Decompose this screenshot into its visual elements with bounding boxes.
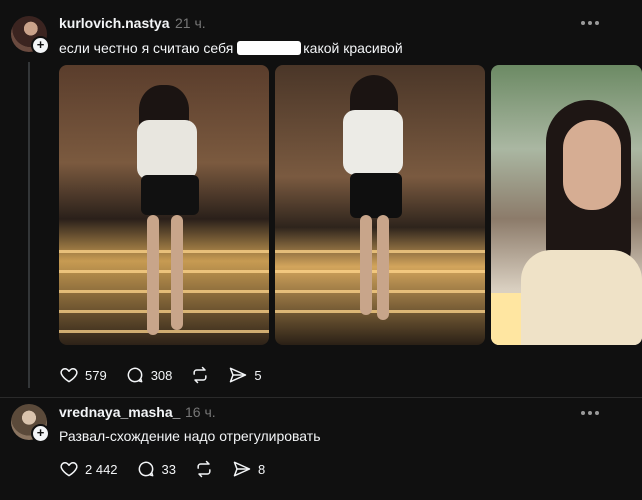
reply-post: + vrednaya_masha_ 16 ч. Развал-схождение…	[0, 0, 642, 500]
send-icon	[233, 461, 251, 477]
comment-icon	[138, 461, 153, 477]
post-actions: 2 442 33 8	[59, 459, 283, 479]
repost-icon	[197, 460, 211, 478]
comment-count: 33	[161, 461, 177, 477]
username[interactable]: vrednaya_masha_	[59, 404, 180, 420]
share-count: 8	[258, 461, 266, 477]
heart-icon	[60, 462, 78, 477]
follow-plus-icon[interactable]: +	[31, 424, 50, 443]
repost-button[interactable]	[194, 459, 214, 479]
timestamp[interactable]: 16 ч.	[185, 404, 216, 420]
like-count: 2 442	[85, 461, 118, 477]
like-button[interactable]: 2 442	[59, 459, 118, 479]
post-text: Развал-схождение надо отрегулировать	[59, 428, 321, 444]
comment-button[interactable]: 33	[136, 459, 176, 479]
share-button[interactable]: 8	[232, 459, 265, 479]
more-icon[interactable]	[581, 410, 601, 416]
